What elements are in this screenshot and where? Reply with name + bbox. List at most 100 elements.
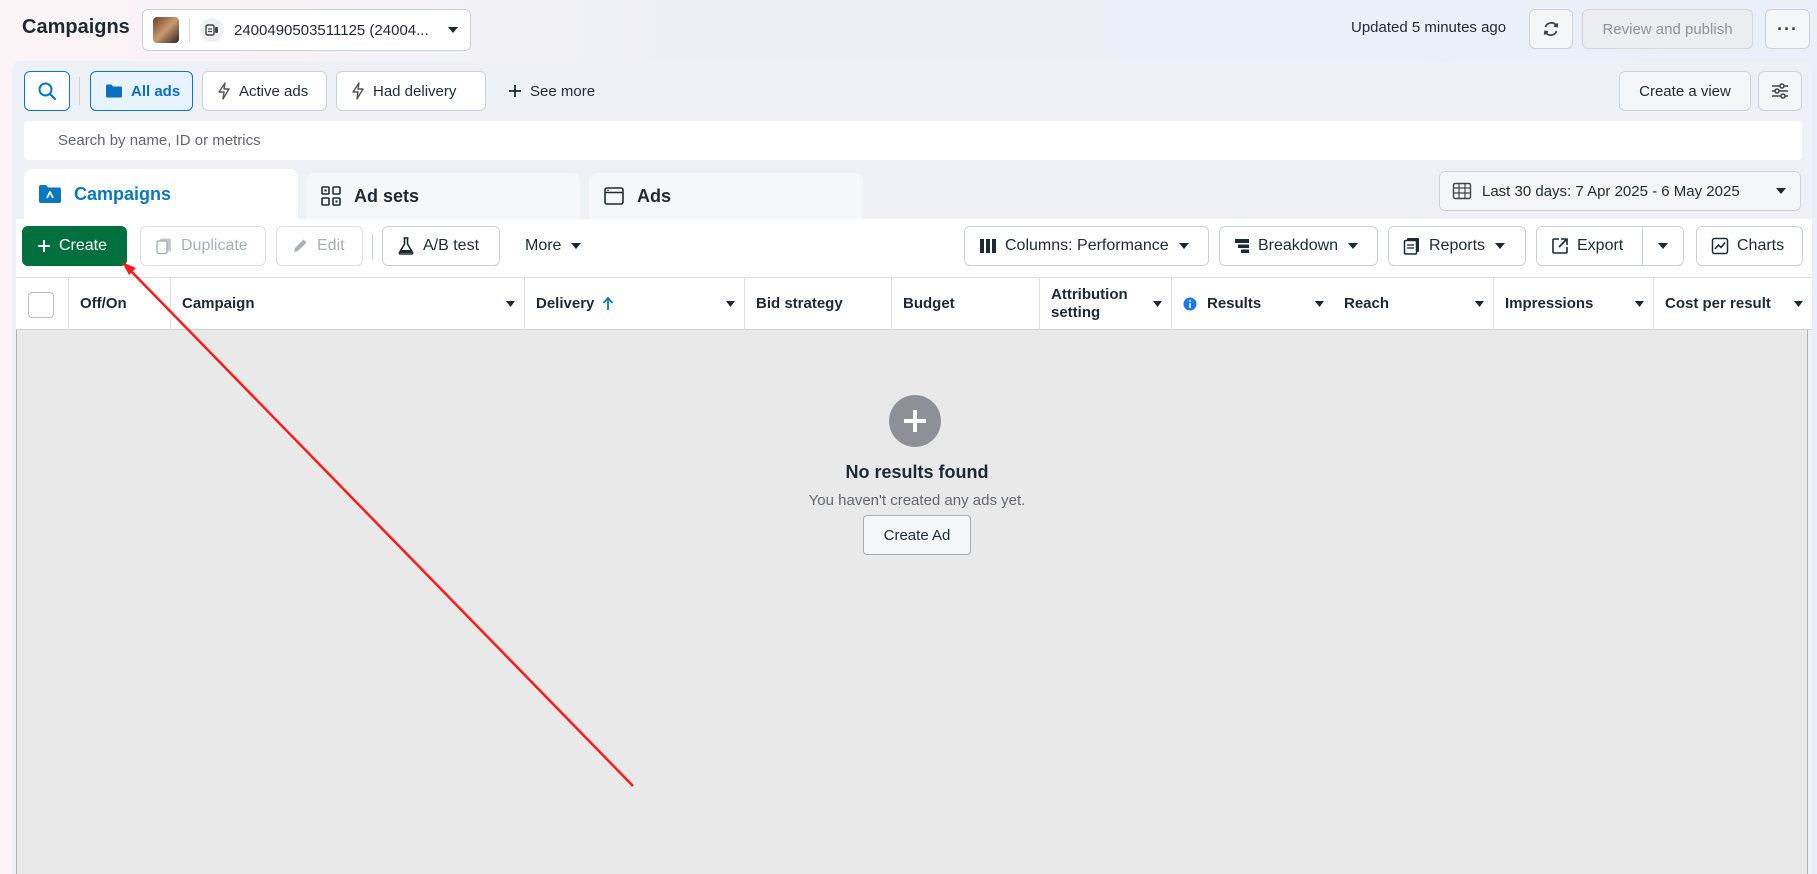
caret-down-icon[interactable] xyxy=(725,300,736,308)
create-label: Create xyxy=(59,237,108,254)
column-label: Off/On xyxy=(80,295,127,312)
duplicate-icon xyxy=(155,237,173,255)
search-input[interactable] xyxy=(24,121,1802,160)
export-label: Export xyxy=(1577,237,1624,254)
export-icon xyxy=(1551,237,1569,255)
column-header-off-on[interactable]: Off/On xyxy=(69,278,171,330)
tab-campaigns[interactable]: Campaigns xyxy=(24,169,298,219)
column-header-bid-strategy[interactable]: Bid strategy xyxy=(745,278,892,330)
refresh-button[interactable] xyxy=(1529,9,1573,49)
edit-label: Edit xyxy=(317,237,345,254)
filter-row: All ads Active ads Had delivery See more… xyxy=(12,71,1812,111)
edit-button[interactable]: Edit xyxy=(276,226,363,266)
plus-icon xyxy=(37,239,51,253)
add-circle-icon xyxy=(889,395,941,447)
folder-icon xyxy=(105,83,123,99)
tab-ad-sets[interactable]: Ad sets xyxy=(306,173,580,219)
column-label: Campaign xyxy=(182,295,255,312)
column-header-impressions[interactable]: Impressions xyxy=(1494,278,1654,330)
ad-account-icon xyxy=(200,18,224,42)
ab-test-button[interactable]: A/B test xyxy=(382,226,500,266)
column-label: Bid strategy xyxy=(756,295,843,312)
caret-down-icon[interactable] xyxy=(1793,300,1804,308)
had-delivery-filter[interactable]: Had delivery xyxy=(336,71,486,111)
line-chart-icon xyxy=(1711,237,1729,255)
column-header-cost-per-result[interactable]: Cost per result xyxy=(1654,278,1812,330)
lightning-icon xyxy=(217,82,231,100)
lightning-icon xyxy=(351,82,365,100)
columns-button[interactable]: Columns: Performance xyxy=(964,226,1209,266)
export-button[interactable]: Export xyxy=(1536,226,1643,266)
sliders-icon xyxy=(1770,82,1790,100)
tab-ads[interactable]: Ads xyxy=(589,173,863,219)
column-header-delivery[interactable]: Delivery xyxy=(525,278,745,330)
refresh-icon xyxy=(1541,19,1561,39)
create-button[interactable]: Create xyxy=(22,226,127,266)
tab-campaigns-label: Campaigns xyxy=(74,183,172,204)
pencil-icon xyxy=(291,237,309,255)
column-label: Cost per result xyxy=(1665,295,1771,312)
column-label: Delivery xyxy=(536,295,595,312)
empty-state-subtitle: You haven't created any ads yet. xyxy=(808,492,1026,509)
divider xyxy=(79,77,80,105)
more-options-button[interactable]: ··· xyxy=(1765,9,1810,49)
create-ad-button[interactable]: Create Ad xyxy=(863,515,971,555)
column-header-reach[interactable]: Reach xyxy=(1333,278,1494,330)
column-header-results[interactable]: Results xyxy=(1172,278,1333,330)
flask-icon xyxy=(397,236,415,256)
more-label: More xyxy=(525,237,562,254)
breakdown-icon xyxy=(1234,238,1250,254)
duplicate-label: Duplicate xyxy=(181,237,248,254)
all-ads-label: All ads xyxy=(131,82,181,100)
caret-down-icon[interactable] xyxy=(1474,300,1485,308)
caret-down-icon[interactable] xyxy=(1314,300,1325,308)
chevron-down-icon xyxy=(1774,186,1788,196)
reports-icon xyxy=(1403,237,1421,255)
page-title: Campaigns xyxy=(22,16,130,38)
columns-label: Columns: Performance xyxy=(1005,237,1169,254)
tab-ad-sets-label: Ad sets xyxy=(354,185,420,206)
caret-down-icon[interactable] xyxy=(1152,300,1163,308)
divider xyxy=(372,234,373,260)
campaign-folder-icon xyxy=(38,183,62,205)
duplicate-button[interactable]: Duplicate xyxy=(140,226,266,266)
column-label: Reach xyxy=(1344,295,1390,312)
see-more-label: See more xyxy=(530,82,596,100)
updated-status: Updated 5 minutes ago xyxy=(1351,19,1507,36)
chevron-down-icon xyxy=(569,241,583,251)
account-selector[interactable]: 2400490503511125 (24004... xyxy=(142,9,471,51)
search-toggle-button[interactable] xyxy=(24,71,70,111)
chevron-down-icon xyxy=(1656,241,1670,251)
divider xyxy=(189,18,190,42)
breakdown-button[interactable]: Breakdown xyxy=(1219,226,1378,266)
top-bar: Campaigns 2400490503511125 (24004... Upd… xyxy=(0,0,1817,58)
caret-down-icon[interactable] xyxy=(505,300,516,308)
breakdown-label: Breakdown xyxy=(1258,237,1339,254)
all-ads-filter[interactable]: All ads xyxy=(90,71,193,111)
see-more-button[interactable]: See more xyxy=(494,71,609,111)
caret-down-icon[interactable] xyxy=(1634,300,1645,308)
date-range-label: Last 30 days: 7 Apr 2025 - 6 May 2025 xyxy=(1482,182,1740,200)
column-label: Budget xyxy=(903,295,955,312)
search-bar xyxy=(24,121,1802,160)
create-view-button[interactable]: Create a view xyxy=(1619,71,1751,111)
ab-test-label: A/B test xyxy=(423,237,480,254)
more-dropdown-button[interactable]: More xyxy=(511,226,607,266)
grid-icon xyxy=(320,185,342,207)
view-settings-button[interactable] xyxy=(1758,71,1802,111)
column-header-budget[interactable]: Budget xyxy=(892,278,1040,330)
select-all-checkbox[interactable] xyxy=(28,292,54,318)
review-and-publish-button[interactable]: Review and publish xyxy=(1582,9,1753,49)
empty-state: No results found You haven't created any… xyxy=(16,330,1808,874)
export-options-button[interactable] xyxy=(1642,226,1684,266)
column-header-campaign[interactable]: Campaign xyxy=(171,278,525,330)
active-ads-filter[interactable]: Active ads xyxy=(202,71,327,111)
reports-button[interactable]: Reports xyxy=(1388,226,1526,266)
calendar-table-icon xyxy=(1452,182,1472,200)
charts-label: Charts xyxy=(1737,237,1785,254)
column-label: Attribution setting xyxy=(1051,286,1128,321)
column-header-attribution-setting[interactable]: Attribution setting xyxy=(1040,278,1172,330)
charts-button[interactable]: Charts xyxy=(1696,226,1803,266)
date-range-picker[interactable]: Last 30 days: 7 Apr 2025 - 6 May 2025 xyxy=(1439,171,1801,211)
account-id-label: 2400490503511125 (24004... xyxy=(234,21,429,39)
